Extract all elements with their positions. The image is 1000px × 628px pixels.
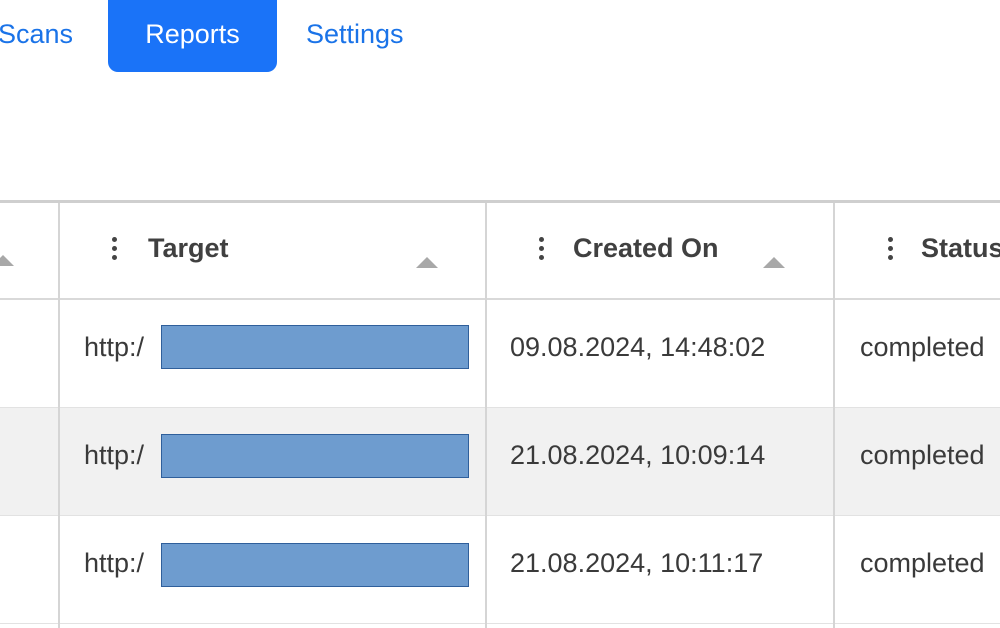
sort-ascending-icon[interactable] xyxy=(0,255,14,266)
sort-ascending-icon[interactable] xyxy=(416,257,438,268)
status-cell: completed xyxy=(860,332,985,362)
tab-scans[interactable]: Scans xyxy=(0,0,80,72)
column-header-status[interactable]: Status xyxy=(835,203,1000,298)
table-row[interactable]: http:/ 21.08.2024, 10:11:17 completed xyxy=(0,516,1000,624)
column-divider[interactable] xyxy=(485,203,487,628)
target-cell[interactable]: http:/ xyxy=(84,440,144,471)
target-cell[interactable]: http:/ xyxy=(84,332,144,363)
redacted-url xyxy=(161,325,469,369)
column-header-label: Target xyxy=(148,233,229,263)
table-row[interactable]: http:/ 21.08.2024, 10:09:14 completed xyxy=(0,408,1000,516)
tab-reports[interactable]: Reports xyxy=(108,0,277,72)
tab-settings[interactable]: Settings xyxy=(306,0,418,72)
column-divider[interactable] xyxy=(58,203,60,628)
created-on-cell: 21.08.2024, 10:09:14 xyxy=(510,440,766,470)
column-menu-icon[interactable] xyxy=(112,237,118,263)
column-menu-icon[interactable] xyxy=(539,237,545,263)
sort-ascending-icon[interactable] xyxy=(763,257,785,268)
table-header: Target Created On Status xyxy=(0,203,1000,300)
created-on-cell: 09.08.2024, 14:48:02 xyxy=(510,332,766,362)
column-menu-icon[interactable] xyxy=(888,237,894,263)
redacted-url xyxy=(161,543,469,587)
table-row[interactable]: http:/ 09.08.2024, 14:48:02 completed xyxy=(0,300,1000,408)
column-header-label: Created On xyxy=(573,233,719,263)
status-cell: completed xyxy=(860,548,985,578)
status-cell: completed xyxy=(860,440,985,470)
column-header-created-on[interactable]: Created On xyxy=(487,203,834,298)
target-cell[interactable]: http:/ xyxy=(84,548,144,579)
redacted-url xyxy=(161,434,469,478)
column-header-target[interactable]: Target xyxy=(60,203,486,298)
reports-table: Target Created On Status http:/ 09.08.20… xyxy=(0,200,1000,628)
nav-tabs: Scans Reports Settings xyxy=(0,0,1000,80)
column-divider[interactable] xyxy=(833,203,835,628)
column-header-label: Status xyxy=(921,233,1000,263)
created-on-cell: 21.08.2024, 10:11:17 xyxy=(510,548,764,578)
